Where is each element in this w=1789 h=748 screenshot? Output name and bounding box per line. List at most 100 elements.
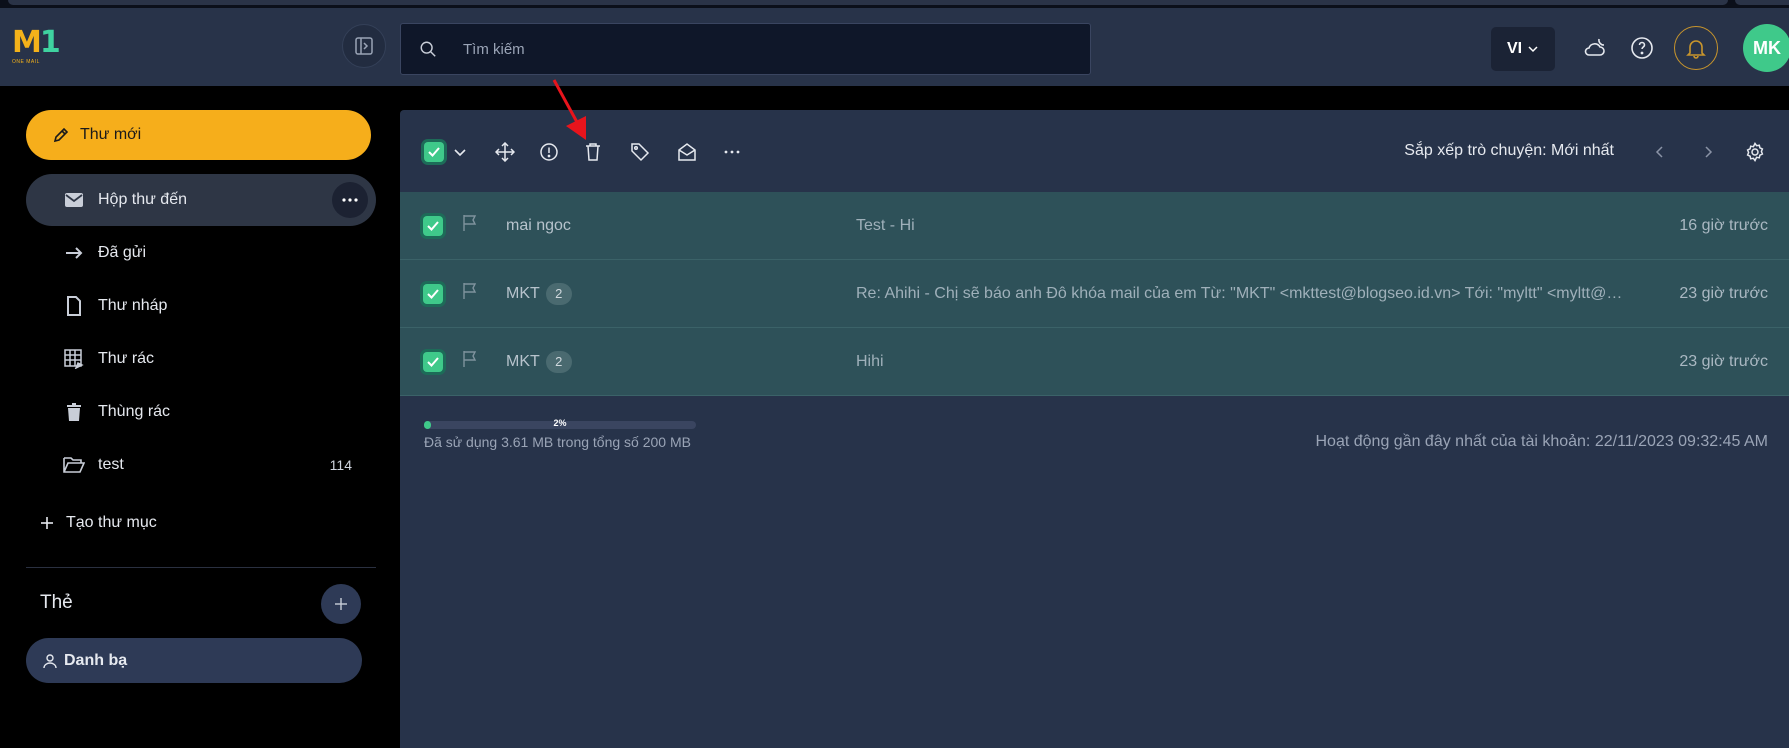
contacts-label: Danh bạ [64,651,128,669]
sender-name: MKT [506,284,540,302]
tags-section-title: Thẻ [40,592,73,613]
top-strip-segment [1735,0,1789,5]
search-icon [420,41,436,57]
sidebar-item-folder-test[interactable]: test 114 [26,439,376,491]
next-page-button[interactable] [1696,140,1720,164]
storage-percent: 2% [553,418,567,428]
move-button[interactable] [493,140,517,164]
more-dots-icon [724,150,740,154]
plus-icon [41,517,53,529]
trash-icon [62,400,86,424]
sender-name: MKT [506,352,540,370]
bell-icon [1686,40,1706,59]
sidebar-item-label: Đã gửi [98,244,147,261]
cloud-moon-icon [1584,38,1605,56]
search-bar[interactable] [400,23,1091,75]
sidebar-item-label: Thùng rác [98,403,171,420]
row-checkbox[interactable] [423,283,443,304]
more-dots-icon [342,198,358,202]
language-label: VI [1506,40,1523,57]
folder-unread-count: 114 [329,457,352,473]
sidebar-item-label: Thư rác [98,350,155,367]
email-sender: MKT 2 [506,282,572,305]
sender-name: mai ngoc [506,216,571,234]
logo-mark: M1 [12,25,61,60]
tag-icon [631,143,650,162]
help-button[interactable] [1627,33,1657,63]
sent-arrow-icon [62,241,86,265]
sidebar-item-label: test [98,456,124,473]
user-avatar[interactable]: MK [1743,24,1789,72]
plus-icon [335,598,347,610]
folder-open-icon [62,453,86,477]
user-icon [43,653,57,668]
email-subject: Re: Ahihi - Chị sẽ báo anh Đô khóa mail … [856,284,1626,302]
draft-icon [62,294,86,318]
chevron-down-icon [1528,46,1538,53]
checkbox-checked-icon [423,283,443,304]
contacts-button[interactable]: Danh bạ [26,638,362,683]
flag-icon [463,283,477,299]
create-folder-button[interactable]: Tạo thư mục [40,514,157,532]
folder-more-button[interactable] [332,182,368,218]
last-activity-text: Hoạt động gần đây nhất của tài khoản: 22… [1315,433,1769,450]
flag-button[interactable] [462,350,478,373]
thread-count-badge: 2 [545,350,572,373]
notifications-button[interactable] [1674,26,1718,70]
sidebar-item-inbox[interactable]: Hộp thư đến [26,174,376,226]
checkbox-checked-icon [424,142,444,162]
sidebar-item-label: Hộp thư đến [98,191,187,208]
flag-button[interactable] [462,214,478,237]
flag-icon [463,351,477,367]
help-circle-icon [1631,37,1653,59]
sidebar-item-sent[interactable]: Đã gửi [26,227,376,279]
email-time: 23 giờ trước [1679,284,1768,302]
email-subject: Test - Hi [856,216,915,234]
previous-page-button[interactable] [1648,140,1672,164]
row-checkbox[interactable] [423,215,443,236]
flag-icon [463,215,477,231]
row-checkbox[interactable] [423,351,443,372]
inbox-icon [62,188,86,212]
email-sender: mai ngoc [506,217,571,235]
move-icon [495,142,515,162]
pencil-icon [53,127,69,143]
settings-button[interactable] [1743,140,1767,164]
sidebar-item-drafts[interactable]: Thư nháp [26,280,376,332]
browser-top-strip [0,0,1789,8]
sidebar-item-spam[interactable]: Thư rác [26,333,376,385]
sidebar-toggle-button[interactable] [342,24,386,68]
chevron-down-icon [454,149,466,157]
annotation-arrow-icon [552,79,586,140]
flag-button[interactable] [462,282,478,305]
theme-toggle-button[interactable] [1580,33,1610,63]
app-header: M1 ONE MAIL VI MK [0,8,1789,86]
sidebar-item-trash[interactable]: Thùng rác [26,386,376,438]
checkbox-checked-icon [423,351,443,372]
add-tag-button[interactable] [321,584,361,624]
app-logo[interactable]: M1 ONE MAIL [12,25,61,68]
label-button[interactable] [628,140,652,164]
mail-toolbar: Sắp xếp trò chuyện: Mới nhất [400,110,1789,192]
more-actions-button[interactable] [720,140,744,164]
storage-progress-bar: 2% [424,418,696,429]
compose-button[interactable]: Thư mới [26,110,371,160]
email-row[interactable]: MKT 2 Re: Ahihi - Chị sẽ báo anh Đô khóa … [400,260,1789,328]
search-input[interactable] [463,40,1063,58]
select-options-dropdown[interactable] [448,140,472,164]
storage-usage: 2% Đã sử dụng 3.61 MB trong tổng số 200 … [424,418,696,450]
mail-list-panel: Sắp xếp trò chuyện: Mới nhất mai ngoc Te… [400,110,1789,748]
email-row[interactable]: mai ngoc Test - Hi 16 giờ trước [400,192,1789,260]
mark-read-button[interactable] [675,140,699,164]
sort-dropdown[interactable]: Sắp xếp trò chuyện: Mới nhất [1404,142,1614,160]
select-all-checkbox[interactable] [422,140,446,164]
thread-count-badge: 2 [545,282,572,305]
email-row[interactable]: MKT 2 Hihi 23 giờ trước [400,328,1789,396]
language-selector[interactable]: VI [1491,27,1555,71]
spam-icon [62,347,86,371]
gear-icon [1746,142,1764,162]
envelope-open-icon [678,143,696,161]
checkbox-checked-icon [423,215,443,236]
sidebar-collapse-icon [355,37,373,55]
email-subject: Hihi [856,352,884,370]
